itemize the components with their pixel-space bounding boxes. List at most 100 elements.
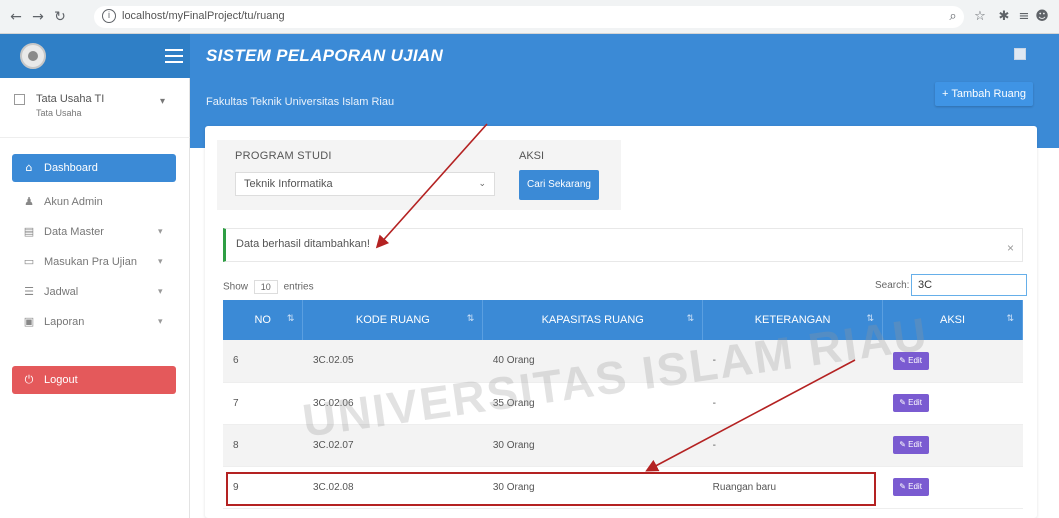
- sidebar-item-dashboard[interactable]: ⌂ Dashboard: [12, 154, 176, 182]
- edit-button[interactable]: ✎ Edit: [892, 436, 929, 454]
- sort-icon: ⇅: [286, 314, 295, 324]
- chevron-down-icon[interactable]: ▾: [160, 96, 165, 107]
- zoom-icon[interactable]: ⌕: [945, 9, 961, 25]
- column-kode-ruang[interactable]: KODE RUANG ⇅: [302, 300, 484, 340]
- aksi-label: AKSI: [519, 150, 545, 162]
- success-alert: Data berhasil ditambahkan! ×: [223, 228, 1023, 262]
- power-icon: ⏻: [24, 373, 34, 386]
- breadcrumb: Fakultas Teknik Universitas Islam Riau: [206, 96, 395, 108]
- user-icon: ♟: [24, 195, 34, 208]
- cell-kode: 3C.02.05: [302, 340, 483, 383]
- program-select[interactable]: Teknik Informatika ⌄: [235, 172, 495, 196]
- home-icon: ⌂: [25, 161, 33, 174]
- close-icon[interactable]: ×: [1007, 241, 1014, 255]
- column-no[interactable]: NO ⇅: [223, 300, 304, 340]
- sidebar-item-jadwal[interactable]: ☰ Jadwal ▾: [12, 278, 176, 306]
- column-kapasitas[interactable]: KAPASITAS RUANG ⇅: [482, 300, 704, 340]
- address-bar[interactable]: i localhost/myFinalProject/tu/ruang: [94, 6, 964, 28]
- table-row: 7 3C.02.06 35 Orang - ✎ Edit: [223, 382, 1023, 425]
- sort-icon: ⇅: [466, 314, 475, 324]
- edit-label: Edit: [908, 355, 922, 365]
- edit-label: Edit: [908, 398, 922, 407]
- sidebar-item-label: Data Master: [44, 226, 104, 238]
- column-aksi[interactable]: AKSI ⇅: [882, 300, 1023, 340]
- sidebar-item-laporan[interactable]: ▣ Laporan ▾: [12, 308, 176, 336]
- header-label: AKSI: [939, 314, 966, 326]
- back-icon[interactable]: ←: [8, 9, 24, 25]
- cell-no: 7: [223, 382, 303, 425]
- sidebar-item-akun-admin[interactable]: ♟ Akun Admin: [12, 188, 176, 216]
- browser-toolbar: ← → ↻ i localhost/myFinalProject/tu/ruan…: [0, 0, 1059, 34]
- cell-keterangan: -: [702, 424, 883, 467]
- user-name: Tata Usaha TI: [36, 93, 105, 105]
- hamburger-menu-icon[interactable]: [165, 49, 183, 63]
- cell-aksi: ✎ Edit: [882, 424, 1023, 467]
- cell-aksi: ✎ Edit: [882, 382, 1023, 425]
- cell-aksi: ✎ Edit: [882, 340, 1023, 383]
- search-input[interactable]: [911, 274, 1027, 296]
- sidebar-item-label: Logout: [44, 374, 78, 386]
- show-entries: Show 10 entries: [223, 280, 314, 294]
- user-image-icon[interactable]: [1014, 48, 1026, 60]
- cell-no: 8: [223, 424, 303, 467]
- cell-aksi: ✎ Edit: [882, 466, 1023, 509]
- user-checkbox[interactable]: [14, 94, 25, 105]
- annotation-highlight-box: [226, 472, 876, 506]
- profile-icon[interactable]: ☻: [1034, 9, 1050, 25]
- cell-keterangan: -: [702, 382, 883, 425]
- edit-label: Edit: [908, 482, 922, 491]
- cell-kode: 3C.02.07: [302, 424, 483, 467]
- cell-kapasitas: 30 Orang: [482, 424, 703, 467]
- sidebar-item-logout[interactable]: ⏻ Logout: [12, 366, 176, 394]
- chevron-down-icon: ▾: [158, 226, 163, 236]
- header-label: KETERANGAN: [754, 314, 831, 326]
- sort-icon: ⇅: [866, 314, 875, 324]
- show-label: Show: [223, 281, 249, 293]
- sort-icon: ⇅: [686, 314, 695, 324]
- edit-button[interactable]: ✎ Edit: [892, 394, 929, 412]
- database-icon: ▤: [23, 225, 35, 238]
- bookmark-star-icon[interactable]: ☆: [972, 9, 988, 25]
- forward-icon[interactable]: →: [30, 9, 46, 25]
- playlist-icon[interactable]: ≡: [1016, 9, 1032, 25]
- sidebar-item-label: Dashboard: [44, 162, 98, 174]
- sidebar-item-label: Masukan Pra Ujian: [44, 256, 137, 268]
- header-label: NO: [254, 314, 271, 326]
- search-now-button[interactable]: Cari Sekarang: [519, 170, 599, 200]
- user-panel[interactable]: Tata Usaha TI Tata Usaha ▾: [0, 78, 190, 138]
- extension-icon[interactable]: ✱: [996, 9, 1012, 25]
- edit-label: Edit: [908, 440, 922, 449]
- app-title: SISTEM PELAPORAN UJIAN: [206, 46, 444, 65]
- edit-button[interactable]: ✎ Edit: [892, 478, 929, 496]
- column-keterangan[interactable]: KETERANGAN ⇅: [702, 300, 884, 340]
- add-room-button[interactable]: + Tambah Ruang: [935, 82, 1033, 106]
- edit-button[interactable]: ✎ Edit: [892, 351, 929, 370]
- header-label: KODE RUANG: [355, 314, 430, 326]
- sort-icon: ⇅: [1006, 314, 1014, 324]
- chevron-down-icon: ⌄: [478, 178, 486, 188]
- cell-no: 6: [223, 340, 303, 383]
- entries-select[interactable]: 10: [253, 280, 278, 294]
- program-select-value: Teknik Informatika: [244, 178, 333, 190]
- sidebar-item-masukan-pra-ujian[interactable]: ▭ Masukan Pra Ujian ▾: [12, 248, 176, 276]
- chevron-down-icon: ▾: [158, 286, 163, 296]
- program-label: PROGRAM STUDI: [235, 150, 332, 162]
- header-label: KAPASITAS RUANG: [541, 314, 644, 326]
- sidebar-item-label: Laporan: [44, 316, 85, 328]
- table-row: 8 3C.02.07 30 Orang - ✎ Edit: [223, 424, 1023, 467]
- room-card: PROGRAM STUDI Teknik Informatika ⌄ AKSI …: [205, 126, 1037, 518]
- info-icon[interactable]: i: [102, 9, 116, 23]
- cell-kode: 3C.02.06: [302, 382, 483, 425]
- sidebar-item-data-master[interactable]: ▤ Data Master ▾: [12, 218, 176, 246]
- url-text: localhost/myFinalProject/tu/ruang: [122, 10, 285, 22]
- keyboard-icon: ▭: [23, 255, 35, 268]
- sidebar-item-label: Jadwal: [44, 286, 79, 298]
- chevron-down-icon: ▾: [158, 256, 163, 266]
- university-logo: [20, 43, 46, 69]
- sidebar: Tata Usaha TI Tata Usaha ▾ ⌂ Dashboard ♟…: [0, 78, 190, 518]
- filter-panel: PROGRAM STUDI Teknik Informatika ⌄ AKSI …: [217, 140, 621, 210]
- report-icon: ▣: [23, 315, 35, 328]
- reload-icon[interactable]: ↻: [52, 9, 68, 25]
- user-role: Tata Usaha: [36, 108, 82, 118]
- sidebar-item-label: Akun Admin: [44, 196, 103, 208]
